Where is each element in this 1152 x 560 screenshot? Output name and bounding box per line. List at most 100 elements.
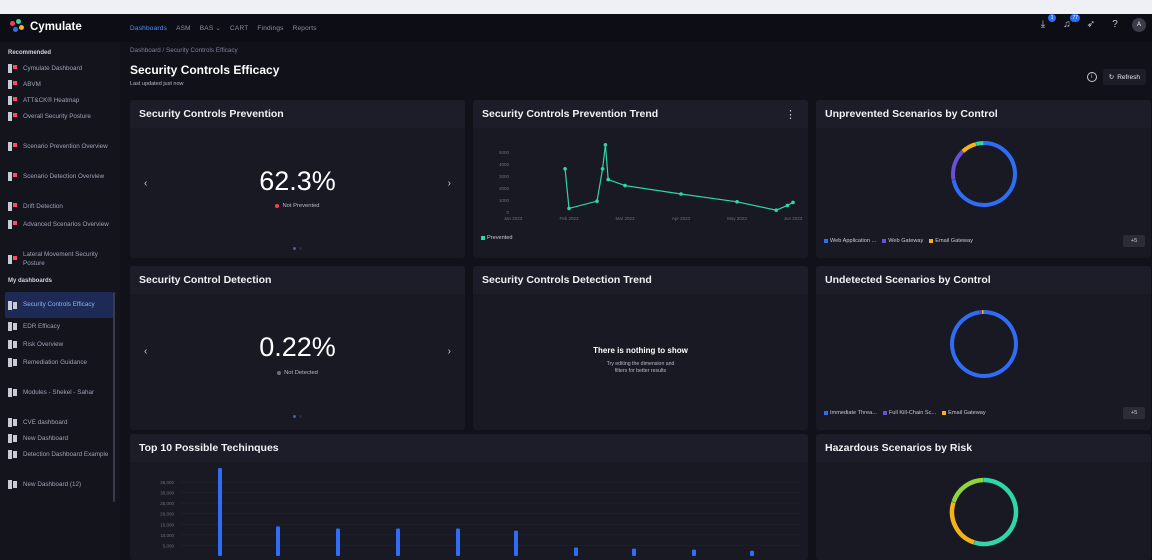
top-techniques-bar-chart: 5,000 10,000 15,000 20,000 25,000 30,000 35,00… [160, 468, 800, 556]
bar[interactable] [632, 548, 636, 556]
sidebar-item-abvm[interactable]: ABVM [8, 80, 116, 90]
bar[interactable] [396, 528, 400, 556]
prevention-trend-chart: 0 1000 2000 3000 4000 5000 Jan 2023 Feb 2023 Mar… [499, 143, 803, 221]
sidebar-item-detection-dashboard-example[interactable]: Detection Dashboard Example [8, 450, 116, 460]
chevron-down-icon: ⌄ [215, 25, 222, 32]
tab-findings[interactable]: Findings [257, 25, 283, 32]
data-point[interactable] [774, 208, 778, 212]
dashboard-icon [8, 418, 17, 428]
card-title: Unprevented Scenarios by Control [825, 108, 998, 120]
sidebar-item-overall-security-posture[interactable]: Overall Security Posture [8, 112, 116, 122]
donut-slice[interactable] [973, 477, 1019, 547]
donut-slice[interactable] [951, 477, 984, 503]
legend-item[interactable]: Web Application ... [824, 238, 876, 244]
data-point[interactable] [595, 199, 599, 203]
bar[interactable] [514, 530, 518, 556]
tab-cart[interactable]: CART [230, 25, 248, 32]
sidebar-item-attack-heatmap[interactable]: ATT&CK® Heatmap [8, 96, 116, 106]
data-point[interactable] [600, 167, 605, 171]
sidebar-item-scenario-detection[interactable]: Scenario Detection Overview [8, 172, 116, 182]
bar[interactable] [456, 528, 460, 556]
refresh-button[interactable]: ↻ Refresh [1102, 69, 1146, 85]
sidebar-item-new-dashboard[interactable]: New Dashboard [8, 434, 116, 444]
dashboard-icon [8, 80, 17, 90]
donut-slice[interactable] [950, 310, 1018, 378]
card-title: Security Controls Detection Trend [482, 274, 652, 286]
download-icon[interactable]: ⤓ 1 [1036, 14, 1056, 32]
donut-slice[interactable] [949, 501, 975, 545]
sidebar-item-risk-overview[interactable]: Risk Overview [8, 340, 116, 350]
sidebar-item-security-controls-efficacy[interactable]: Security Controls Efficacy [5, 292, 113, 318]
x-tick-label: May 2023 [727, 216, 747, 221]
card-detection-trend: Security Controls Detection Trend There … [473, 266, 808, 430]
sidebar-item-advanced-scenarios[interactable]: Advanced Scenarios Overview [8, 220, 116, 230]
y-tick-label: 25,000 [160, 501, 174, 506]
sidebar-item-cve-dashboard[interactable]: CVE dashboard [8, 418, 116, 428]
legend-item[interactable]: Immediate Threa... [824, 410, 877, 416]
more-vertical-icon[interactable]: ⋮ [785, 108, 796, 121]
app-window: Cymulate Dashboards ASM BAS ⌄ CART Findi… [0, 14, 1152, 560]
data-point[interactable] [563, 167, 567, 171]
bar[interactable] [218, 468, 222, 556]
tab-asm[interactable]: ASM [176, 25, 191, 32]
legend-item[interactable]: Web Gateway [882, 238, 923, 244]
donut-slice[interactable] [975, 141, 984, 146]
bar[interactable] [276, 526, 280, 556]
dashboard-icon [8, 388, 17, 398]
legend-more-button[interactable]: +5 [1123, 407, 1145, 419]
sidebar-item-drift-detection[interactable]: Drift Detection [8, 202, 116, 212]
carousel-pager[interactable] [130, 247, 465, 250]
card-title: Security Control Detection [139, 274, 272, 286]
donut-slice[interactable] [951, 150, 965, 181]
sidebar-item-new-dashboard-12[interactable]: New Dashboard (12) [8, 480, 116, 490]
data-point[interactable] [603, 143, 608, 147]
donut-slice[interactable] [961, 142, 977, 153]
x-tick-label: Jun 2023 [784, 216, 803, 221]
bar[interactable] [574, 547, 578, 556]
card-top-10-techniques: Top 10 Possible Techinques 5,000 10,000 15… [130, 434, 808, 560]
data-point[interactable] [606, 177, 610, 182]
status-dot [277, 371, 282, 375]
data-point[interactable] [679, 192, 683, 196]
info-icon[interactable]: i [1086, 72, 1097, 82]
sidebar-item-remediation-guidance[interactable]: Remediation Guidance [8, 358, 116, 368]
data-point[interactable] [735, 200, 739, 204]
logo-text: Cymulate [30, 21, 82, 33]
legend-item[interactable]: Email Gateway [929, 238, 973, 244]
data-point[interactable] [785, 203, 790, 208]
dashboard-icon [8, 112, 17, 122]
legend-more-button[interactable]: +5 [1123, 235, 1145, 247]
sidebar-scrollbar[interactable] [113, 292, 115, 502]
x-tick-label: Apr 2023 [672, 216, 691, 221]
cymulate-logo-icon [10, 19, 26, 35]
data-point[interactable] [791, 200, 795, 205]
legend-item[interactable]: Email Gateway [942, 410, 986, 416]
breadcrumb[interactable]: Dashboard / Security Controls Efficacy [130, 47, 238, 54]
detection-value: 0.22% [259, 332, 336, 362]
rocket-icon[interactable]: ➶ [1084, 18, 1098, 32]
card-title: Security Controls Prevention [139, 108, 284, 120]
data-point[interactable] [623, 183, 627, 188]
bar[interactable] [750, 550, 754, 556]
bar[interactable] [336, 528, 340, 556]
tab-reports[interactable]: Reports [293, 25, 317, 32]
sidebar-item-cymulate-dashboard[interactable]: Cymulate Dashboard [8, 64, 116, 74]
bar[interactable] [692, 549, 696, 556]
bell-icon[interactable]: ♫ 77 [1060, 14, 1080, 32]
card-security-controls-prevention: Security Controls Prevention ‹ › 62.3% N… [130, 100, 465, 258]
data-point[interactable] [567, 206, 571, 211]
avatar[interactable]: A [1132, 18, 1146, 32]
tab-bas[interactable]: BAS ⌄ [200, 24, 221, 32]
dashboard-icon [8, 358, 17, 368]
help-icon[interactable]: ? [1108, 18, 1122, 32]
sidebar-item-lateral-movement[interactable]: Lateral Movement Security Posture [8, 250, 116, 268]
main-content: Dashboard / Security Controls Efficacy S… [120, 42, 1152, 560]
legend-item[interactable]: Full Kill-Chain Sc... [882, 410, 936, 416]
bell-badge: 77 [1070, 14, 1080, 22]
sidebar-item-scenario-prevention[interactable]: Scenario Prevention Overview [8, 142, 116, 152]
carousel-pager[interactable] [130, 415, 465, 418]
sidebar-item-modules-shekel-sahar[interactable]: Modules - Shekel - Sahar [8, 388, 116, 398]
tab-dashboards[interactable]: Dashboards [130, 25, 167, 32]
sidebar-item-edr-efficacy[interactable]: EDR Efficacy [8, 322, 116, 332]
logo[interactable]: Cymulate [10, 19, 82, 35]
